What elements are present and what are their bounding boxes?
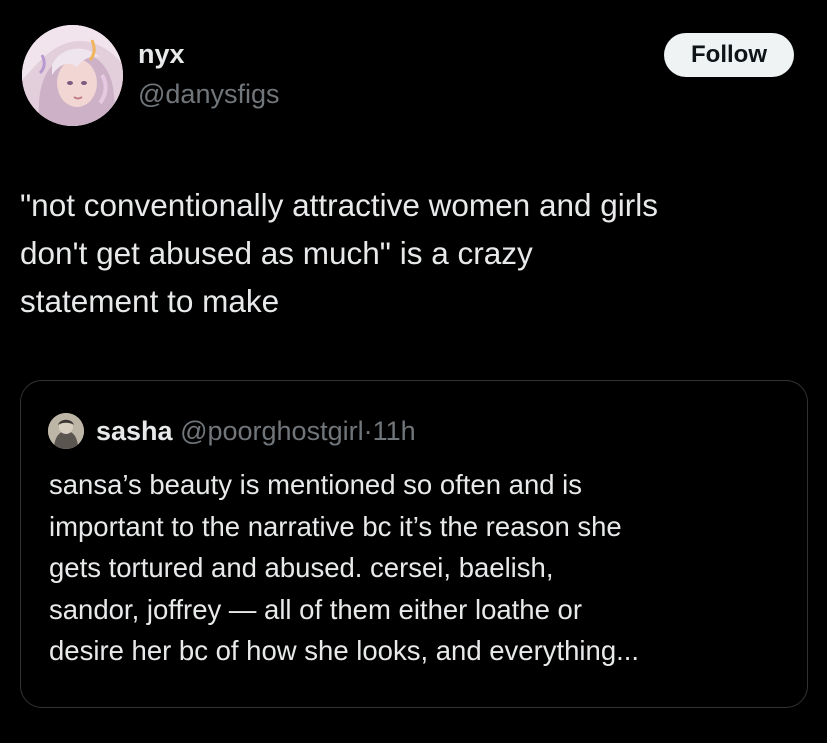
author-name[interactable]: nyx <box>138 38 185 70</box>
quote-tweet-card[interactable]: sasha @poorghostgirl·11h sansa’s beauty … <box>20 380 808 708</box>
follow-button[interactable]: Follow <box>664 33 794 77</box>
author-handle[interactable]: @danysfigs <box>138 78 279 110</box>
profile-avatar-illustration-icon <box>22 25 123 126</box>
quoted-author-name[interactable]: sasha <box>96 416 173 446</box>
tweet-text: "not conventionally attractive women and… <box>20 187 659 319</box>
quote-header: sasha @poorghostgirl·11h <box>96 414 416 448</box>
quoted-profile-avatar-icon <box>48 413 84 449</box>
tweet: nyx @danysfigs Follow "not conventionall… <box>0 0 827 743</box>
quoted-author-avatar[interactable] <box>48 413 84 449</box>
quote-text: sansa’s beauty is mentioned so often and… <box>49 469 640 666</box>
quote-separator: · <box>363 416 373 446</box>
author-avatar[interactable] <box>22 25 123 126</box>
quoted-author-handle[interactable]: @poorghostgirl <box>180 416 364 446</box>
quote-timestamp[interactable]: 11h <box>373 416 416 446</box>
